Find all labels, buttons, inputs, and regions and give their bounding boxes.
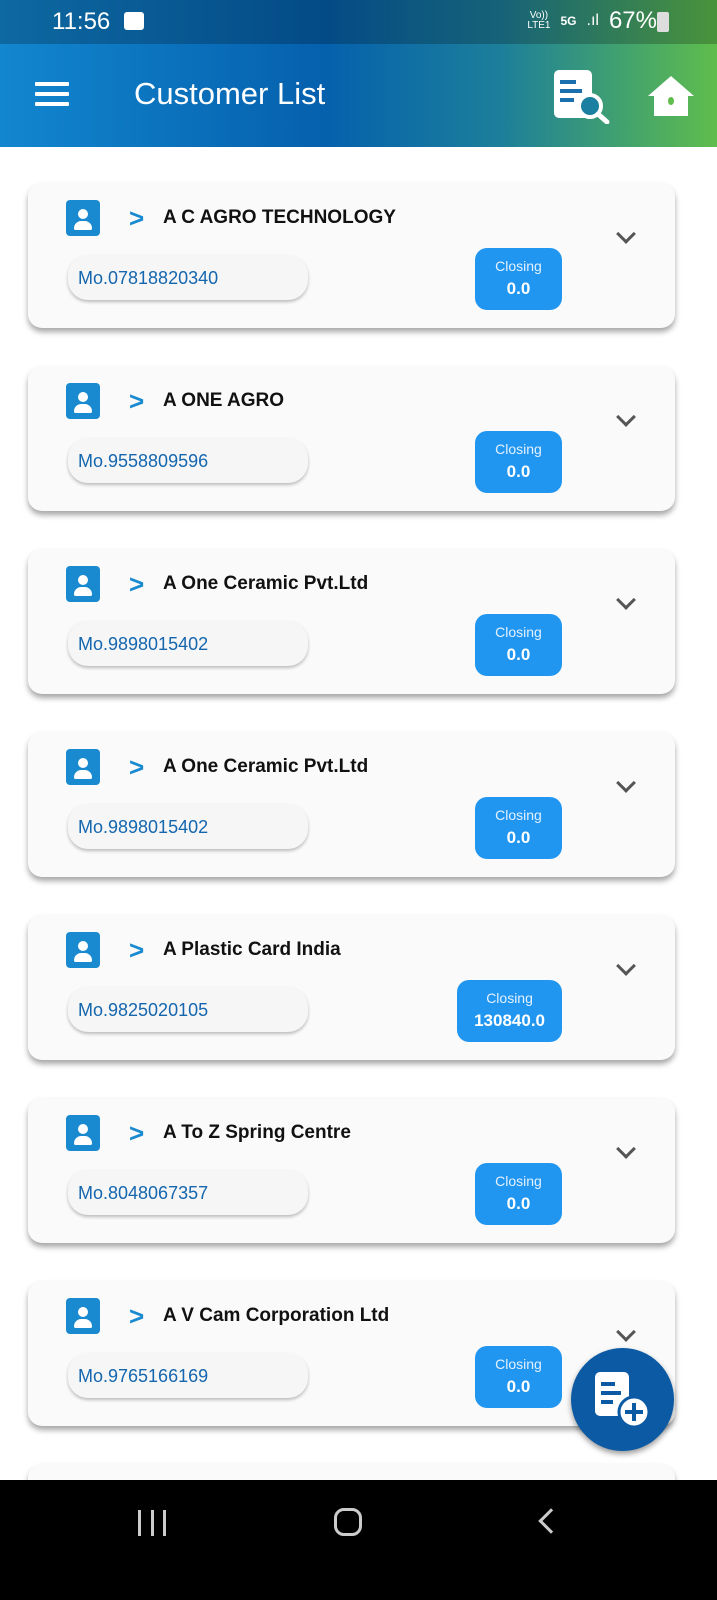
closing-balance-badge: Closing 0.0: [475, 1346, 562, 1408]
volte-indicator: Vo)) LTE1: [527, 10, 551, 31]
customer-phone[interactable]: Mo.9825020105: [68, 987, 308, 1032]
page-title: Customer List: [134, 76, 326, 111]
closing-value: 0.0: [506, 1194, 531, 1213]
closing-label: Closing: [495, 1173, 542, 1189]
closing-balance-badge: Closing 0.0: [475, 248, 562, 310]
chevron-right-icon: >: [129, 1301, 145, 1331]
customer-name[interactable]: A One Ceramic Pvt.Ltd: [163, 756, 368, 778]
chevron-down-icon[interactable]: [616, 773, 636, 793]
chevron-right-icon: >: [129, 569, 145, 599]
contact-badge-icon: [66, 749, 100, 785]
chevron-right-icon: >: [129, 1118, 145, 1148]
menu-icon[interactable]: [35, 82, 69, 106]
closing-value: 0.0: [506, 645, 531, 664]
customer-phone[interactable]: Mo.9765166169: [68, 1353, 308, 1398]
chevron-down-icon[interactable]: [616, 590, 636, 610]
customer-card[interactable]: > A One Ceramic Pvt.Ltd Mo.9898015402 Cl…: [28, 732, 675, 877]
contact-badge-icon: [66, 932, 100, 968]
status-time: 11:56: [52, 8, 111, 35]
back-button[interactable]: [538, 1508, 564, 1534]
5g-indicator: 5G: [560, 14, 577, 28]
status-bar: 11:56 Vo)) LTE1 5G .ıl 67%: [0, 0, 717, 44]
customer-phone[interactable]: Mo.07818820340: [68, 255, 308, 300]
app-bar: 11:56 Vo)) LTE1 5G .ıl 67% Customer List: [0, 0, 717, 147]
customer-name[interactable]: A One Ceramic Pvt.Ltd: [163, 573, 368, 595]
closing-value: 0.0: [506, 1377, 531, 1396]
customer-card[interactable]: > A To Z Spring Centre Mo.8048067357 Clo…: [28, 1098, 675, 1243]
closing-balance-badge: Closing 0.0: [475, 1163, 562, 1225]
contact-badge-icon: [66, 566, 100, 602]
closing-value: 0.0: [506, 462, 531, 481]
customer-card-partial[interactable]: [28, 1464, 675, 1480]
contact-badge-icon: [66, 1115, 100, 1151]
document-search-icon[interactable]: [552, 68, 610, 124]
closing-value: 130840.0: [474, 1011, 545, 1030]
closing-label: Closing: [495, 807, 542, 823]
battery-icon: [657, 12, 669, 32]
home-button[interactable]: [334, 1508, 362, 1536]
customer-name[interactable]: A ONE AGRO: [163, 390, 284, 412]
add-customer-button[interactable]: [571, 1348, 674, 1451]
closing-label: Closing: [495, 624, 542, 640]
recent-apps-button[interactable]: [138, 1510, 166, 1536]
closing-balance-badge: Closing 130840.0: [457, 980, 562, 1042]
chevron-right-icon: >: [129, 386, 145, 416]
system-nav-bar: [0, 1480, 717, 1600]
closing-balance-badge: Closing 0.0: [475, 614, 562, 676]
contact-badge-icon: [66, 200, 100, 236]
customer-phone[interactable]: Mo.9558809596: [68, 438, 308, 483]
customer-name[interactable]: A C AGRO TECHNOLOGY: [163, 207, 396, 229]
battery-percent: 67%: [608, 7, 657, 34]
closing-label: Closing: [495, 1356, 542, 1372]
customer-card[interactable]: > A C AGRO TECHNOLOGY Mo.07818820340 Clo…: [28, 183, 675, 328]
customer-phone[interactable]: Mo.9898015402: [68, 621, 308, 666]
contact-badge-icon: [66, 1298, 100, 1334]
closing-balance-badge: Closing 0.0: [475, 431, 562, 493]
closing-label: Closing: [486, 990, 533, 1006]
customer-phone[interactable]: Mo.8048067357: [68, 1170, 308, 1215]
signal-icon: .ıl: [586, 12, 599, 29]
customer-phone[interactable]: Mo.9898015402: [68, 804, 308, 849]
closing-value: 0.0: [506, 828, 531, 847]
customer-card[interactable]: > A Plastic Card India Mo.9825020105 Clo…: [28, 915, 675, 1060]
chevron-right-icon: >: [129, 935, 145, 965]
closing-value: 0.0: [506, 279, 531, 298]
chevron-down-icon[interactable]: [616, 956, 636, 976]
contact-badge-icon: [66, 383, 100, 419]
closing-label: Closing: [495, 441, 542, 457]
closing-label: Closing: [495, 258, 542, 274]
home-icon[interactable]: [648, 76, 694, 116]
closing-balance-badge: Closing 0.0: [475, 797, 562, 859]
chevron-down-icon[interactable]: [616, 407, 636, 427]
customer-name[interactable]: A To Z Spring Centre: [163, 1122, 351, 1144]
chevron-down-icon[interactable]: [616, 224, 636, 244]
customer-card[interactable]: > A ONE AGRO Mo.9558809596 Closing 0.0: [28, 366, 675, 511]
customer-list[interactable]: > A C AGRO TECHNOLOGY Mo.07818820340 Clo…: [0, 147, 717, 1480]
customer-card[interactable]: > A One Ceramic Pvt.Ltd Mo.9898015402 Cl…: [28, 549, 675, 694]
customer-name[interactable]: A V Cam Corporation Ltd: [163, 1305, 389, 1327]
chevron-right-icon: >: [129, 752, 145, 782]
document-add-icon: [595, 1372, 651, 1429]
gallery-notification-icon: [124, 12, 144, 30]
chevron-right-icon: >: [129, 203, 145, 233]
chevron-down-icon[interactable]: [616, 1139, 636, 1159]
chevron-down-icon[interactable]: [616, 1322, 636, 1342]
customer-name[interactable]: A Plastic Card India: [163, 939, 341, 961]
